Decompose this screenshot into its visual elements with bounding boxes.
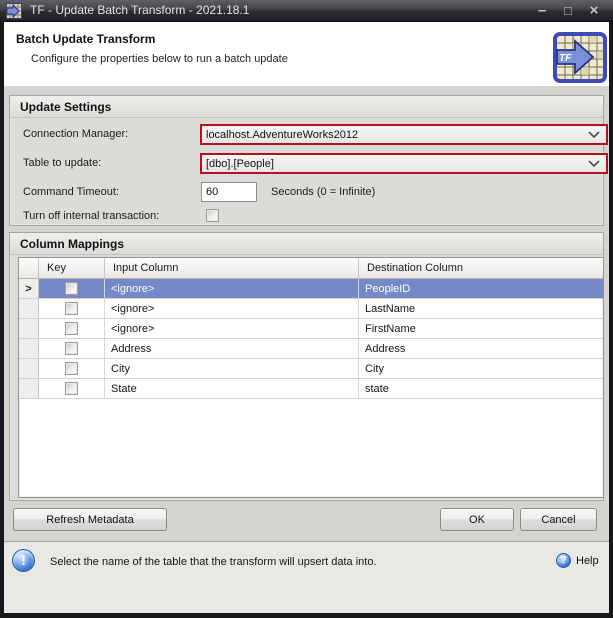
- input-column-cell[interactable]: State: [105, 379, 359, 398]
- key-cell[interactable]: [39, 359, 105, 378]
- window-controls: – □ ×: [529, 0, 607, 22]
- refresh-metadata-button[interactable]: Refresh Metadata: [13, 508, 167, 531]
- row-selector[interactable]: [19, 319, 39, 338]
- destination-column-cell[interactable]: PeopleID: [359, 279, 603, 298]
- destination-column-header[interactable]: Destination Column: [359, 258, 603, 278]
- page-subtitle: Configure the properties below to run a …: [31, 53, 288, 65]
- key-checkbox[interactable]: [65, 362, 78, 375]
- destination-column-cell[interactable]: FirstName: [359, 319, 603, 338]
- table-to-update-label: Table to update:: [23, 157, 102, 169]
- key-checkbox[interactable]: [65, 282, 78, 295]
- destination-column-cell[interactable]: Address: [359, 339, 603, 358]
- dialog-window: TF - Update Batch Transform - 2021.18.1 …: [0, 0, 613, 618]
- input-column-cell[interactable]: City: [105, 359, 359, 378]
- key-checkbox[interactable]: [65, 302, 78, 315]
- key-cell[interactable]: [39, 299, 105, 318]
- table-to-update-dropdown[interactable]: [dbo].[People]: [200, 153, 608, 174]
- info-icon: !: [12, 549, 35, 572]
- key-cell[interactable]: [39, 379, 105, 398]
- connection-manager-dropdown[interactable]: localhost.AdventureWorks2012: [200, 124, 608, 145]
- connection-manager-label: Connection Manager:: [23, 128, 129, 140]
- dialog-body: Update Settings Connection Manager: loca…: [4, 86, 609, 613]
- input-column-cell[interactable]: Address: [105, 339, 359, 358]
- table-row[interactable]: City City: [19, 359, 603, 379]
- internal-transaction-label: Turn off internal transaction:: [23, 210, 160, 222]
- current-row-arrow-icon: >: [25, 282, 32, 295]
- help-icon[interactable]: ?: [556, 553, 571, 568]
- maximize-button[interactable]: □: [555, 1, 581, 21]
- status-bar: ! Select the name of the table that the …: [4, 541, 609, 613]
- table-row[interactable]: State state: [19, 379, 603, 399]
- key-cell[interactable]: [39, 279, 105, 298]
- connection-manager-value: localhost.AdventureWorks2012: [206, 128, 359, 141]
- input-column-cell[interactable]: <ignore>: [105, 299, 359, 318]
- help-link[interactable]: Help: [576, 555, 599, 567]
- update-settings-title: Update Settings: [10, 96, 603, 118]
- row-selector[interactable]: [19, 379, 39, 398]
- command-timeout-label: Command Timeout:: [23, 186, 119, 198]
- transform-icon: TF: [553, 32, 607, 83]
- command-timeout-input[interactable]: 60: [201, 182, 257, 202]
- destination-column-cell[interactable]: LastName: [359, 299, 603, 318]
- key-cell[interactable]: [39, 319, 105, 338]
- page-title: Batch Update Transform: [16, 32, 156, 46]
- minimize-button[interactable]: –: [529, 1, 555, 21]
- row-selector[interactable]: >: [19, 279, 39, 298]
- transform-icon-label: TF: [559, 53, 572, 64]
- key-checkbox[interactable]: [65, 382, 78, 395]
- table-row[interactable]: <ignore> LastName: [19, 299, 603, 319]
- column-mappings-group: Column Mappings Key Input Column Destina…: [9, 232, 604, 501]
- dialog-header: Batch Update Transform Configure the pro…: [4, 22, 609, 86]
- destination-column-cell[interactable]: state: [359, 379, 603, 398]
- column-mappings-title: Column Mappings: [10, 233, 603, 255]
- row-selector-header: [19, 258, 39, 278]
- column-mappings-grid: Key Input Column Destination Column > <i…: [18, 257, 604, 498]
- window-title: TF - Update Batch Transform - 2021.18.1: [30, 3, 250, 17]
- table-row[interactable]: <ignore> FirstName: [19, 319, 603, 339]
- grid-body: > <ignore> PeopleID <ignore> LastName <i…: [19, 279, 603, 399]
- internal-transaction-checkbox[interactable]: [206, 209, 219, 222]
- key-column-header[interactable]: Key: [39, 258, 105, 278]
- ok-button[interactable]: OK: [440, 508, 514, 531]
- destination-column-cell[interactable]: City: [359, 359, 603, 378]
- title-bar[interactable]: TF - Update Batch Transform - 2021.18.1 …: [0, 0, 613, 22]
- chevron-down-icon: [588, 130, 600, 139]
- close-button[interactable]: ×: [581, 1, 607, 21]
- chevron-down-icon: [588, 159, 600, 168]
- table-to-update-value: [dbo].[People]: [206, 157, 274, 170]
- table-row[interactable]: Address Address: [19, 339, 603, 359]
- input-column-header[interactable]: Input Column: [105, 258, 359, 278]
- key-cell[interactable]: [39, 339, 105, 358]
- input-column-cell[interactable]: <ignore>: [105, 319, 359, 338]
- command-timeout-suffix: Seconds (0 = Infinite): [271, 186, 376, 198]
- row-selector[interactable]: [19, 299, 39, 318]
- status-message: Select the name of the table that the tr…: [50, 556, 377, 568]
- app-icon: [6, 3, 22, 19]
- cancel-button[interactable]: Cancel: [520, 508, 597, 531]
- grid-header-row: Key Input Column Destination Column: [19, 258, 603, 279]
- row-selector[interactable]: [19, 359, 39, 378]
- key-checkbox[interactable]: [65, 322, 78, 335]
- input-column-cell[interactable]: <ignore>: [105, 279, 359, 298]
- update-settings-group: Update Settings Connection Manager: loca…: [9, 95, 608, 226]
- row-selector[interactable]: [19, 339, 39, 358]
- key-checkbox[interactable]: [65, 342, 78, 355]
- table-row[interactable]: > <ignore> PeopleID: [19, 279, 603, 299]
